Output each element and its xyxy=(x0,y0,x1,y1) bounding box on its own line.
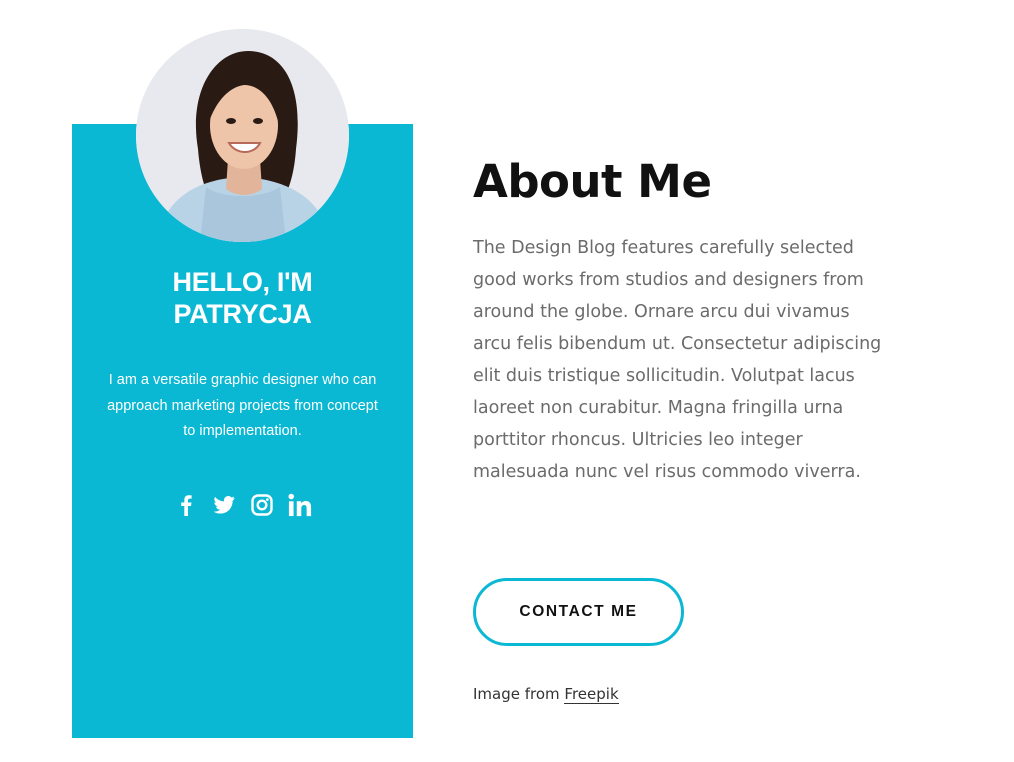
about-body: The Design Blog features carefully selec… xyxy=(473,238,882,482)
credit-prefix: Image from xyxy=(473,685,565,703)
avatar-photo xyxy=(136,29,349,242)
image-credit: Image from Freepik xyxy=(473,684,619,704)
greeting-title: HELLO, I'M PATRYCJA xyxy=(72,266,413,330)
linkedin-icon[interactable] xyxy=(287,493,312,517)
contact-me-button[interactable]: CONTACT ME xyxy=(473,578,684,646)
instagram-icon[interactable] xyxy=(250,493,274,517)
facebook-icon[interactable] xyxy=(174,493,198,517)
social-links xyxy=(72,490,413,520)
freepik-link[interactable]: Freepik xyxy=(564,685,619,704)
about-heading: About Me xyxy=(473,155,712,208)
avatar xyxy=(136,29,349,242)
profile-description: I am a versatile graphic designer who ca… xyxy=(107,372,378,439)
greeting-line-1: HELLO, I'M xyxy=(172,267,313,297)
twitter-icon[interactable] xyxy=(212,493,236,517)
greeting-line-2: PATRYCJA xyxy=(173,299,312,329)
